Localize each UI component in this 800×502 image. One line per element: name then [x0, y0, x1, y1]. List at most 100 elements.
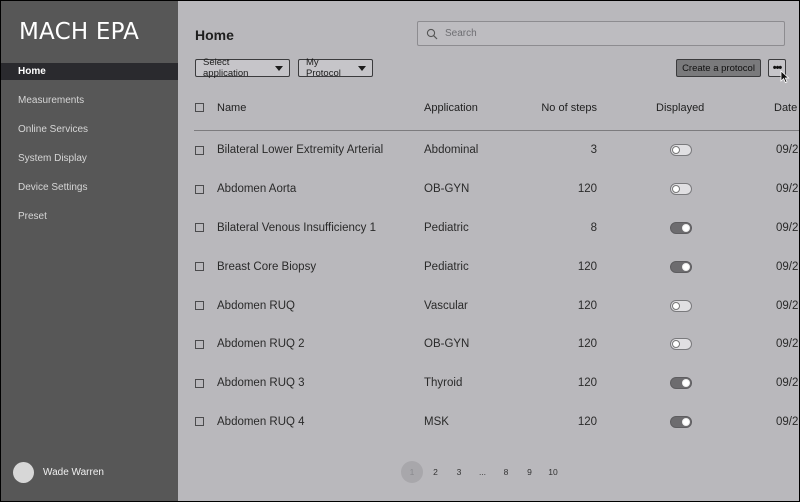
toggle-knob [672, 185, 680, 194]
table-row[interactable]: Breast Core Biopsy Pediatric 120 09/2 [194, 247, 799, 286]
displayed-toggle[interactable] [670, 260, 692, 273]
table-row[interactable]: Abdomen Aorta OB-GYN 120 09/2 [194, 170, 799, 209]
page-button[interactable]: 3 [448, 461, 470, 483]
sidebar-item-home[interactable]: Home [1, 63, 178, 80]
caret-down-icon [275, 65, 283, 71]
select-all-checkbox[interactable] [195, 103, 204, 112]
search-input[interactable] [445, 28, 775, 39]
row-application: Pediatric [424, 260, 469, 273]
toggle-knob [682, 379, 690, 388]
page-button[interactable]: 2 [425, 461, 447, 483]
main-content: Home Select application My Protocol Crea… [178, 1, 799, 501]
row-steps: 120 [577, 183, 597, 196]
row-date: 09/2 [776, 183, 799, 196]
column-header-date[interactable]: Date [774, 97, 797, 119]
row-steps: 120 [577, 260, 597, 273]
row-checkbox[interactable] [195, 339, 204, 349]
row-checkbox[interactable] [195, 223, 204, 233]
table-row[interactable]: Abdomen RUQ Vascular 120 09/2 [194, 286, 799, 325]
sidebar-item-system-display[interactable]: System Display [1, 150, 178, 167]
my-protocol-label: My Protocol [306, 57, 341, 79]
toggle-knob [682, 262, 690, 271]
row-steps: 120 [577, 338, 597, 351]
row-name: Breast Core Biopsy [217, 260, 317, 273]
row-checkbox[interactable] [195, 378, 204, 388]
select-application-dropdown[interactable]: Select application [195, 57, 290, 79]
row-checkbox[interactable] [195, 417, 204, 427]
table-row[interactable]: Abdomen RUQ 4 MSK 120 09/2 [194, 403, 799, 442]
sidebar-item-preset[interactable]: Preset [1, 208, 178, 225]
row-date: 09/2 [776, 221, 799, 234]
row-application: Vascular [424, 299, 468, 312]
column-header-name[interactable]: Name [217, 97, 246, 119]
displayed-toggle[interactable] [670, 338, 692, 351]
row-name: Abdomen RUQ 4 [217, 415, 305, 428]
page-button[interactable]: 10 [542, 461, 564, 483]
page-button[interactable]: 1 [401, 461, 423, 483]
row-checkbox[interactable] [195, 262, 204, 272]
table-row[interactable]: Abdomen RUQ 3 Thyroid 120 09/2 [194, 364, 799, 403]
row-date: 09/2 [776, 144, 799, 157]
column-header-steps[interactable]: No of steps [524, 97, 597, 119]
row-application: MSK [424, 415, 449, 428]
row-date: 09/2 [776, 415, 799, 428]
mouse-cursor-icon [780, 70, 790, 84]
row-name: Abdomen RUQ 3 [217, 377, 305, 390]
table-row[interactable]: Bilateral Lower Extremity Arterial Abdom… [194, 131, 799, 170]
displayed-toggle[interactable] [670, 377, 692, 390]
displayed-toggle[interactable] [670, 415, 692, 428]
search-icon [426, 28, 438, 39]
caret-down-icon [358, 65, 366, 71]
row-application: Pediatric [424, 221, 469, 234]
sidebar: MACH EPA Home Measurements Online Servic… [1, 1, 178, 501]
protocol-table: Name Application No of steps Displayed D… [194, 97, 799, 441]
row-date: 09/2 [776, 260, 799, 273]
toggle-knob [672, 301, 680, 310]
page-button[interactable]: 8 [495, 461, 517, 483]
table-row[interactable]: Bilateral Venous Insufficiency 1 Pediatr… [194, 209, 799, 248]
row-name: Bilateral Venous Insufficiency 1 [217, 221, 376, 234]
row-steps: 3 [590, 144, 597, 157]
table-header: Name Application No of steps Displayed D… [194, 97, 799, 131]
toggle-knob [682, 417, 690, 426]
row-steps: 120 [577, 377, 597, 390]
search-box[interactable] [417, 21, 785, 46]
sidebar-item-measurements[interactable]: Measurements [1, 92, 178, 109]
row-name: Abdomen RUQ 2 [217, 338, 305, 351]
displayed-toggle[interactable] [670, 183, 692, 196]
row-checkbox[interactable] [195, 184, 204, 194]
row-name: Abdomen RUQ [217, 299, 295, 312]
select-application-label: Select application [203, 57, 249, 79]
user-profile[interactable]: Wade Warren [13, 462, 104, 483]
my-protocol-dropdown[interactable]: My Protocol [298, 57, 373, 79]
page-ellipsis: ... [478, 467, 487, 477]
row-steps: 120 [577, 415, 597, 428]
row-application: OB-GYN [424, 183, 470, 196]
create-protocol-button[interactable]: Create a protocol [676, 59, 761, 77]
row-application: Thyroid [424, 377, 463, 390]
row-steps: 8 [590, 221, 597, 234]
row-date: 09/2 [776, 377, 799, 390]
row-date: 09/2 [776, 338, 799, 351]
pagination: 1 2 3 ... 8 9 10 [401, 461, 566, 483]
sidebar-item-online-services[interactable]: Online Services [1, 121, 178, 138]
app-title: MACH EPA [19, 19, 140, 45]
page-button[interactable]: 9 [519, 461, 541, 483]
sidebar-item-device-settings[interactable]: Device Settings [1, 179, 178, 196]
page-title: Home [195, 27, 234, 43]
toggle-knob [672, 340, 680, 349]
row-application: OB-GYN [424, 338, 470, 351]
displayed-toggle[interactable] [670, 144, 692, 157]
table-row[interactable]: Abdomen RUQ 2 OB-GYN 120 09/2 [194, 325, 799, 364]
displayed-toggle[interactable] [670, 221, 692, 234]
app-window: MACH EPA Home Measurements Online Servic… [1, 1, 799, 501]
row-application: Abdominal [424, 144, 479, 157]
user-name: Wade Warren [43, 467, 104, 478]
displayed-toggle[interactable] [670, 299, 692, 312]
row-checkbox[interactable] [195, 145, 204, 155]
column-header-application[interactable]: Application [424, 97, 478, 119]
row-checkbox[interactable] [195, 301, 204, 311]
column-header-displayed[interactable]: Displayed [656, 97, 704, 119]
row-steps: 120 [577, 299, 597, 312]
toggle-knob [672, 146, 680, 155]
